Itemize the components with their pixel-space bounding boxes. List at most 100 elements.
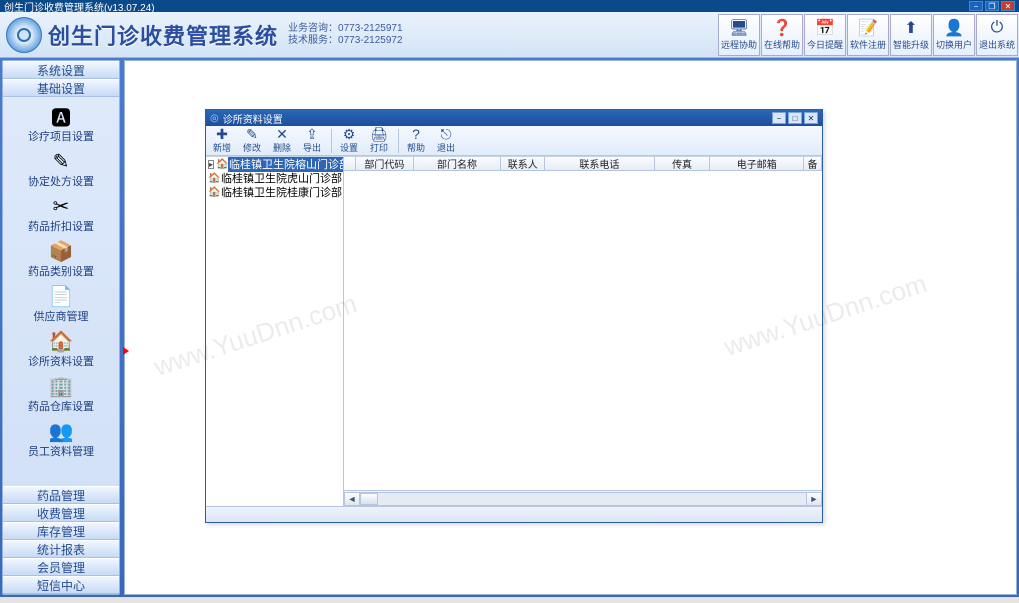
dialog-body: ▸🏠 临桂镇卫生院榕山门诊部🏠 临桂镇卫生院虎山门诊部🏠 临桂镇卫生院桂康门诊部… (206, 156, 822, 506)
sidebar-item-icon: 🏠 (47, 329, 75, 353)
sidebar-item-6[interactable]: 🏢 药品仓库设置 (3, 371, 119, 416)
toolbar-separator (398, 129, 399, 153)
contact-line-2: 技术服务：0773-2125972 (288, 35, 403, 47)
header-button-icon: ⏻ (987, 18, 1007, 38)
dialog-toolbar: ✚ 新增✎ 修改✕ 删除⇪ 导出⚙ 设置🖨 打印? 帮助⎋ 退出 (206, 126, 822, 156)
header-button-label: 在线帮助 (764, 38, 800, 51)
hscroll-track[interactable] (360, 492, 806, 506)
grid-header-cell-3[interactable]: 联系电话 (545, 157, 655, 170)
sidebar-item-2[interactable]: ✂ 药品折扣设置 (3, 191, 119, 236)
header-button-4[interactable]: ⬆ 智能升级 (890, 14, 932, 56)
grid-body (344, 171, 822, 490)
sidebar-item-label: 供应商管理 (34, 308, 89, 324)
content-panel: ◎ 诊所资料设置 − □ ✕ ✚ 新增✎ 修改✕ 删除⇪ 导出⚙ 设置🖨 (124, 60, 1017, 595)
outer-window-buttons: − ❐ ✕ (969, 1, 1015, 11)
sidebar-item-icon: ✎ (47, 149, 75, 173)
toolbar-button-打印[interactable]: 🖨 打印 (365, 127, 393, 155)
tree-house-icon: 🏠 (208, 187, 220, 198)
tree-item-2[interactable]: 🏠 临桂镇卫生院桂康门诊部 (206, 185, 343, 199)
header-button-0[interactable]: 🖥 远程协助 (718, 14, 760, 56)
hscroll-thumb[interactable] (360, 493, 378, 505)
sidebar-item-4[interactable]: 📄 供应商管理 (3, 281, 119, 326)
header-button-label: 软件注册 (850, 38, 886, 51)
header-button-3[interactable]: 📝 软件注册 (847, 14, 889, 56)
sidebar-item-label: 诊所资料设置 (28, 353, 94, 369)
tree-toggle-icon[interactable]: ▸ (208, 160, 214, 169)
header-button-icon: 👤 (944, 18, 964, 38)
red-marker-icon (123, 347, 129, 355)
dialog-title: 诊所资料设置 (223, 111, 283, 126)
sidebar-item-1[interactable]: ✎ 协定处方设置 (3, 146, 119, 191)
tree-house-icon: 🏠 (216, 159, 228, 170)
sidebar-head-bottom-4[interactable]: 会员管理 (3, 558, 119, 576)
minimize-button[interactable]: − (969, 1, 983, 11)
tree-item-label: 临桂镇卫生院桂康门诊部 (220, 184, 343, 200)
sidebar-item-icon: ✂ (47, 194, 75, 218)
tree-item-0[interactable]: ▸🏠 临桂镇卫生院榕山门诊部 (206, 157, 343, 171)
toolbar-button-label: 导出 (303, 141, 321, 154)
sidebar-head-top-0[interactable]: 系统设置 (3, 61, 119, 79)
grid-header-cell-2[interactable]: 联系人 (501, 157, 545, 170)
header-button-1[interactable]: ❓ 在线帮助 (761, 14, 803, 56)
dialog-clinic-data: ◎ 诊所资料设置 − □ ✕ ✚ 新增✎ 修改✕ 删除⇪ 导出⚙ 设置🖨 (205, 109, 823, 523)
sidebar-item-label: 药品仓库设置 (28, 398, 94, 414)
sidebar-head-bottom-5[interactable]: 短信中心 (3, 576, 119, 594)
sidebar-head-bottom-1[interactable]: 收费管理 (3, 504, 119, 522)
sidebar: 系统设置基础设置 🅰 诊疗项目设置✎ 协定处方设置✂ 药品折扣设置📦 药品类别设… (2, 60, 120, 595)
grid-header-cell-1[interactable]: 部门名称 (414, 157, 502, 170)
header-button-label: 退出系统 (979, 38, 1015, 51)
header-button-2[interactable]: 📅 今日提醒 (804, 14, 846, 56)
dialog-close-button[interactable]: ✕ (804, 112, 818, 124)
toolbar-button-icon: ⇪ (306, 127, 318, 141)
toolbar-button-icon: ? (412, 127, 420, 141)
dialog-maximize-button[interactable]: □ (788, 112, 802, 124)
sidebar-item-7[interactable]: 👥 员工资料管理 (3, 416, 119, 461)
grid-header-cell-6[interactable]: 备 (804, 157, 822, 170)
toolbar-button-label: 删除 (273, 141, 291, 154)
toolbar-button-label: 帮助 (407, 141, 425, 154)
header-button-icon: ⬆ (901, 18, 921, 38)
toolbar-button-修改[interactable]: ✎ 修改 (238, 127, 266, 155)
toolbar-button-帮助[interactable]: ? 帮助 (402, 127, 430, 155)
sidebar-item-icon: 📦 (47, 239, 75, 263)
close-button[interactable]: ✕ (1001, 1, 1015, 11)
sidebar-item-label: 员工资料管理 (28, 443, 94, 459)
maximize-button[interactable]: ❐ (985, 1, 999, 11)
toolbar-separator (331, 129, 332, 153)
sidebar-head-bottom-2[interactable]: 库存管理 (3, 522, 119, 540)
grid-header-cell-5[interactable]: 电子邮箱 (710, 157, 804, 170)
header-button-icon: 📝 (858, 18, 878, 38)
header-button-label: 今日提醒 (807, 38, 843, 51)
toolbar-button-退出[interactable]: ⎋ 退出 (432, 127, 460, 155)
hscroll-left-icon[interactable]: ◄ (344, 492, 360, 506)
grid-header-cell-4[interactable]: 传真 (655, 157, 711, 170)
grid-header-cell-0[interactable]: 部门代码 (356, 157, 414, 170)
dialog-minimize-button[interactable]: − (772, 112, 786, 124)
dialog-titlebar: ◎ 诊所资料设置 − □ ✕ (206, 110, 822, 126)
sidebar-item-label: 诊疗项目设置 (28, 128, 94, 144)
toolbar-button-icon: ⎋ (440, 127, 451, 141)
toolbar-button-设置[interactable]: ⚙ 设置 (335, 127, 363, 155)
sidebar-item-icon: 🏢 (47, 374, 75, 398)
sidebar-head-bottom-3[interactable]: 统计报表 (3, 540, 119, 558)
header-button-6[interactable]: ⏻ 退出系统 (976, 14, 1018, 56)
sidebar-item-3[interactable]: 📦 药品类别设置 (3, 236, 119, 281)
app-brand-text: 创生门诊收费管理系统 (48, 19, 278, 51)
toolbar-button-导出[interactable]: ⇪ 导出 (298, 127, 326, 155)
toolbar-button-新增[interactable]: ✚ 新增 (208, 127, 236, 155)
sidebar-head-bottom-0[interactable]: 药品管理 (3, 486, 119, 504)
grid-hscrollbar[interactable]: ◄ ► (344, 490, 822, 506)
sidebar-item-icon: 📄 (47, 284, 75, 308)
toolbar-button-删除[interactable]: ✕ 删除 (268, 127, 296, 155)
sidebar-head-top-1[interactable]: 基础设置 (3, 79, 119, 97)
tree-item-1[interactable]: 🏠 临桂镇卫生院虎山门诊部 (206, 171, 343, 185)
header-button-5[interactable]: 👤 切换用户 (933, 14, 975, 56)
sidebar-item-icon: 👥 (47, 419, 75, 443)
grid-header: 部门代码部门名称联系人联系电话传真电子邮箱备 (344, 157, 822, 171)
sidebar-body: 🅰 诊疗项目设置✎ 协定处方设置✂ 药品折扣设置📦 药品类别设置📄 供应商管理🏠… (3, 97, 119, 486)
header-toolbar: 🖥 远程协助❓ 在线帮助📅 今日提醒📝 软件注册⬆ 智能升级👤 切换用户⏻ 退出… (718, 14, 1019, 56)
sidebar-item-0[interactable]: 🅰 诊疗项目设置 (3, 101, 119, 146)
bottom-strip (0, 597, 1019, 603)
hscroll-right-icon[interactable]: ► (806, 492, 822, 506)
sidebar-item-5[interactable]: 🏠 诊所资料设置 (3, 326, 119, 371)
